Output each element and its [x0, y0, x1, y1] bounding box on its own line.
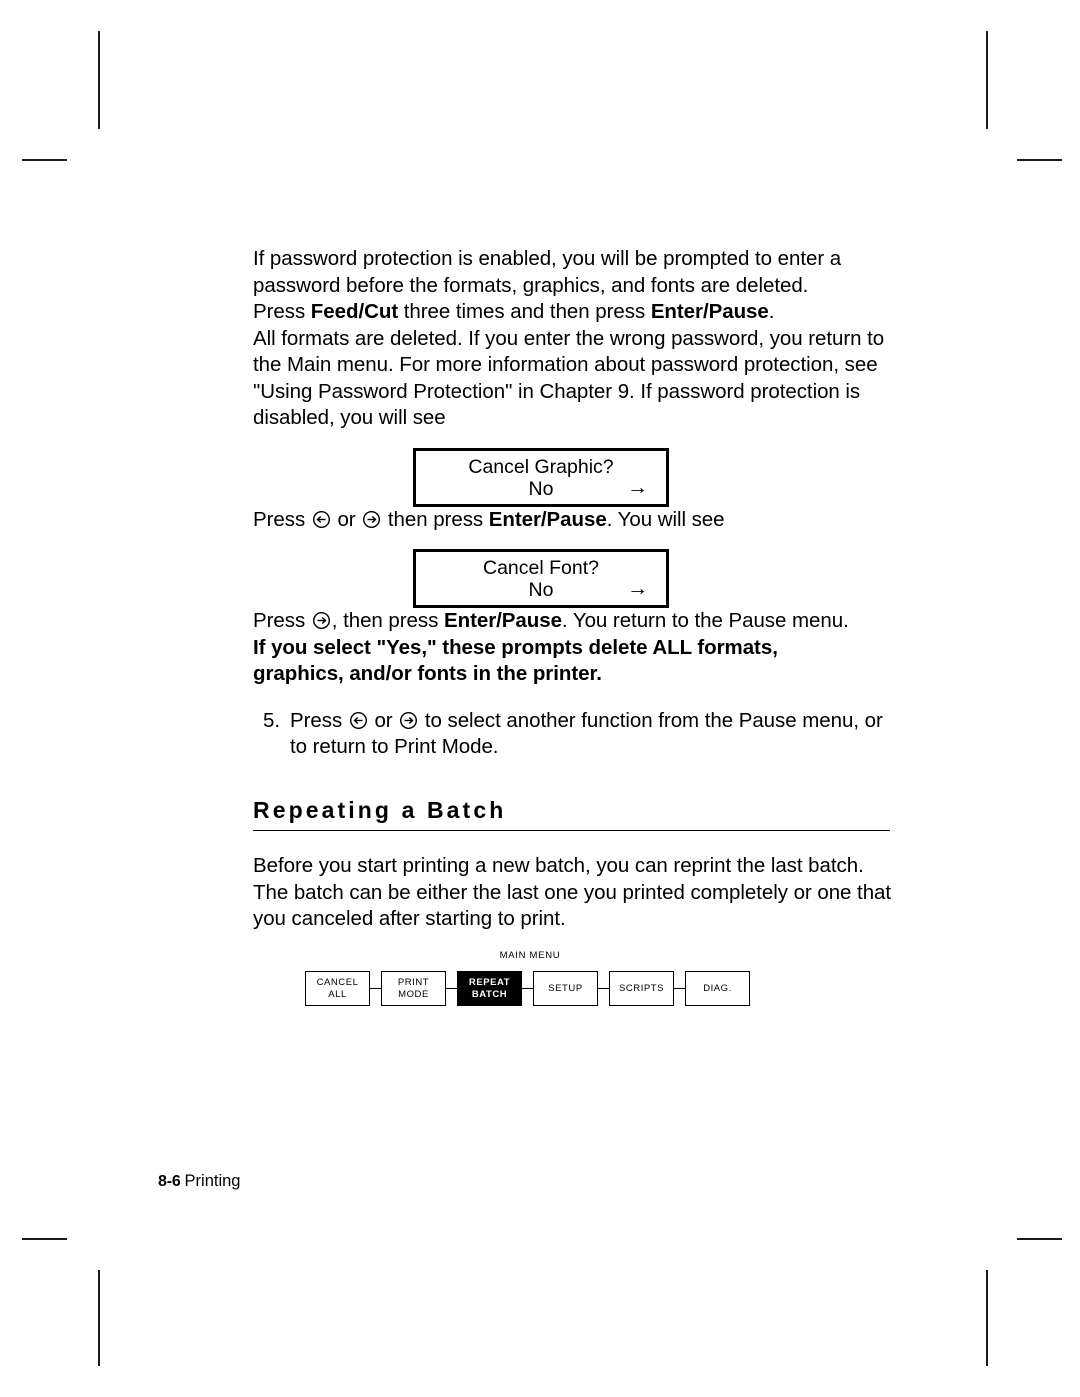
paragraph-press-arrows: Press or then press Enter/Pause. You wil… — [253, 507, 856, 534]
right-arrow-circle-icon — [399, 711, 418, 730]
key-label-feed-cut: Feed/Cut — [310, 300, 399, 323]
menu-box-label-line2: ALL — [328, 988, 347, 1000]
menu-connector-line — [598, 987, 609, 990]
menu-box-label-line1: DIAG. — [703, 982, 732, 994]
text-segment: then press — [382, 507, 489, 531]
main-menu-diagram: MAIN MENU CANCEL ALL PRINT MODE REPEAT BATCH S… — [305, 950, 755, 1006]
lcd-display-cancel-font: Cancel Font? No → — [413, 549, 669, 608]
heading-divider-rule — [253, 829, 890, 832]
menu-connector-line — [446, 987, 457, 990]
page-number: 8-6 — [158, 1173, 181, 1190]
paragraph-press-return: Press , then press Enter/Pause. You retu… — [253, 608, 856, 688]
lcd-value-text: No — [528, 477, 554, 500]
crop-mark-top-right-vertical — [986, 31, 988, 129]
footer-chapter-name: Printing — [184, 1172, 241, 1190]
paragraph-password-prompt: If password protection is enabled, you w… — [253, 246, 856, 326]
text-segment: Press — [253, 507, 311, 531]
crop-mark-top-right-horizontal — [1017, 159, 1062, 161]
paragraph-repeat-batch: Before you start printing a new batch, y… — [253, 854, 892, 931]
right-arrow-circle-icon — [362, 510, 381, 529]
step-number: 5. — [263, 708, 281, 732]
menu-box-print[interactable]: PRINT MODE — [381, 971, 446, 1006]
text-segment: , then press — [331, 609, 444, 632]
menu-box-repeat[interactable]: REPEAT BATCH — [457, 971, 522, 1006]
text-segment: Press — [253, 609, 311, 632]
menu-box-diag[interactable]: DIAG. — [685, 971, 750, 1006]
section-heading-repeating-a-batch: Repeating a Batch — [253, 796, 507, 823]
crop-mark-bottom-right-horizontal — [1017, 1238, 1062, 1240]
main-menu-row: CANCEL ALL PRINT MODE REPEAT BATCH SETUP SCRIPT… — [305, 971, 755, 1006]
step-text: Press or to select another function from… — [290, 708, 893, 761]
text-segment: . You return to the Pause menu. — [561, 609, 849, 632]
crop-mark-top-left-horizontal — [22, 159, 67, 161]
right-arrow-icon: → — [627, 577, 648, 600]
text-segment: three times and then press — [398, 300, 651, 323]
crop-mark-top-left-vertical — [98, 31, 100, 129]
crop-mark-bottom-left-horizontal — [22, 1238, 67, 1240]
left-arrow-circle-icon — [312, 510, 331, 529]
menu-box-setup[interactable]: SETUP — [533, 971, 598, 1006]
key-label-enter-pause: Enter/Pause — [443, 609, 562, 632]
right-arrow-icon: → — [627, 475, 648, 499]
menu-box-label-line1: PRINT — [397, 977, 430, 988]
text-segment: Press — [290, 708, 348, 732]
menu-connector-line — [370, 987, 381, 990]
right-arrow-circle-icon — [312, 611, 331, 630]
menu-box-scripts[interactable]: SCRIPTS — [609, 971, 674, 1006]
lcd-display-cancel-graphic: Cancel Graphic? No → — [413, 447, 669, 507]
menu-box-label-line1: CANCEL — [316, 977, 359, 988]
crop-mark-bottom-left-vertical — [98, 1270, 100, 1366]
text-segment: or — [368, 708, 399, 732]
key-label-enter-pause: Enter/Pause — [650, 300, 769, 323]
warning-text: If you select "Yes," these prompts delet… — [253, 635, 778, 686]
list-item-step-5: 5. Press or to select another function f… — [253, 708, 893, 761]
key-label-enter-pause: Enter/Pause — [488, 507, 607, 531]
crop-mark-bottom-right-vertical — [986, 1270, 988, 1366]
page-content: If password protection is enabled, you w… — [253, 246, 893, 933]
menu-box-label-line2: MODE — [398, 988, 429, 1000]
menu-box-label-line1: SETUP — [548, 982, 583, 994]
text-segment: or — [331, 507, 362, 531]
page-footer: 8-6 Printing — [158, 1171, 240, 1192]
left-arrow-circle-icon — [349, 711, 368, 730]
menu-box-cancel[interactable]: CANCEL ALL — [305, 971, 370, 1006]
paragraph-formats-deleted: All formats are deleted. If you enter th… — [253, 326, 885, 430]
main-menu-title: MAIN MENU — [499, 950, 561, 961]
text-segment: . — [768, 300, 775, 323]
text-segment: . You will see — [606, 507, 725, 531]
lcd-value-text: No — [528, 579, 554, 601]
menu-box-label-line1: SCRIPTS — [618, 982, 665, 994]
menu-box-label-line2: BATCH — [471, 988, 508, 1000]
menu-box-label-line1: REPEAT — [468, 977, 511, 988]
menu-connector-line — [674, 987, 685, 990]
menu-connector-line — [522, 987, 533, 990]
lcd-line-prompt: Cancel Font? — [483, 557, 599, 579]
lcd-line-prompt: Cancel Graphic? — [468, 455, 614, 478]
